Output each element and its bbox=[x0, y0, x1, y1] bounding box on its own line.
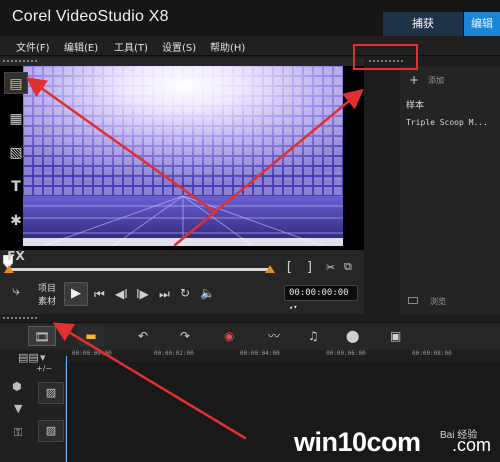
media-folder-icon[interactable]: ▤ bbox=[4, 72, 28, 94]
fx-icon[interactable]: FX bbox=[4, 245, 28, 267]
path-icon[interactable]: ⤷ bbox=[4, 280, 28, 302]
annotation-highlight-box bbox=[353, 44, 418, 70]
ripple-edit-icon[interactable]: ⬢ bbox=[12, 380, 22, 393]
repeat-icon[interactable]: ↻ bbox=[180, 286, 190, 300]
undo-icon[interactable]: ↶ bbox=[138, 326, 148, 346]
timeline-toolbar bbox=[0, 322, 500, 350]
browse-label[interactable]: 浏览 bbox=[430, 296, 446, 307]
play-button[interactable]: ▶ bbox=[64, 282, 88, 306]
mode-project[interactable]: 项目 bbox=[38, 281, 56, 294]
library-rail bbox=[367, 66, 399, 314]
subtitle-editor-icon[interactable]: ▣ bbox=[390, 326, 401, 346]
add-icon[interactable]: + bbox=[409, 73, 419, 87]
split-clip-icon[interactable]: ✂ bbox=[326, 261, 335, 274]
app-title: Corel VideoStudio X8 bbox=[12, 8, 169, 25]
audio-wave-icon[interactable]: 〰 bbox=[268, 326, 280, 346]
ruler-tick-label: 00:00:08:00 bbox=[412, 350, 452, 357]
ruler-tick-label: 00:00:04:00 bbox=[240, 350, 280, 357]
lock-icon[interactable]: ⚿ bbox=[14, 426, 22, 440]
ruler-tick-label: 00:00:02:00 bbox=[154, 350, 194, 357]
ruler-tick-label: 00:00:00:00 bbox=[72, 350, 112, 357]
tab-edit[interactable]: 编辑 bbox=[464, 12, 500, 36]
menu-settings[interactable]: 设置(S) bbox=[162, 39, 196, 54]
prev-frame-icon[interactable]: ◀I bbox=[115, 287, 128, 301]
add-label[interactable]: 添加 bbox=[428, 75, 444, 86]
scrub-bar[interactable] bbox=[8, 268, 270, 271]
track-header-column bbox=[0, 362, 66, 462]
timecode-value: 00:00:00:00 bbox=[289, 288, 349, 298]
overlay-track-icon[interactable]: ▨ bbox=[38, 420, 64, 442]
timecode-field[interactable]: 00:00:00:00 ▴▾ bbox=[284, 285, 358, 311]
storyboard-view-button[interactable]: ▬ bbox=[78, 326, 104, 346]
panel-grip[interactable] bbox=[2, 59, 38, 63]
library-item-triple-scoop[interactable]: Triple Scoop M... bbox=[406, 118, 488, 127]
video-track-icon[interactable]: ▨ bbox=[38, 382, 64, 404]
transition-icon[interactable]: ▧ bbox=[4, 142, 28, 164]
browse-folder-icon[interactable] bbox=[408, 297, 418, 304]
menu-help[interactable]: 帮助(H) bbox=[210, 39, 245, 54]
redo-icon[interactable]: ↷ bbox=[180, 326, 190, 346]
video-preview-image bbox=[23, 66, 343, 246]
graphics-icon[interactable]: ✱ bbox=[4, 210, 28, 232]
instant-project-icon[interactable]: ▦ bbox=[4, 108, 28, 130]
tab-capture[interactable]: 捕获 bbox=[383, 12, 463, 36]
enlarge-icon[interactable]: ⧉ bbox=[344, 260, 352, 274]
zoom-icon[interactable]: +/− bbox=[36, 364, 52, 373]
watermark-text: win10com bbox=[294, 427, 421, 457]
menu-edit[interactable]: 编辑(E) bbox=[64, 39, 98, 54]
auto-music-icon[interactable]: ♫ bbox=[308, 326, 319, 346]
menu-file[interactable]: 文件(F) bbox=[16, 39, 50, 54]
watermark-suffix: .com bbox=[452, 435, 492, 455]
mode-clip[interactable]: 素材 bbox=[38, 294, 56, 307]
mark-in-button[interactable]: [ bbox=[285, 260, 293, 275]
mark-out-button[interactable]: ] bbox=[306, 260, 314, 275]
add-marker-icon[interactable]: ▾ bbox=[40, 351, 46, 364]
motion-tracking-icon[interactable]: ⬤ bbox=[346, 326, 359, 346]
title-text-icon[interactable]: T bbox=[4, 176, 28, 198]
mark-out-handle[interactable] bbox=[265, 265, 275, 273]
storyboard-icon: ▬ bbox=[85, 329, 97, 343]
menu-tools[interactable]: 工具(T) bbox=[114, 39, 148, 54]
playhead[interactable] bbox=[66, 356, 67, 462]
menu-bar: 文件(F) 编辑(E) 工具(T) 设置(S) 帮助(H) bbox=[0, 36, 500, 56]
library-item-samples[interactable]: 样本 bbox=[406, 98, 424, 111]
ruler-tick-label: 00:00:06:00 bbox=[326, 350, 366, 357]
collapse-icon[interactable]: ▼ bbox=[14, 402, 22, 415]
timeline-grip[interactable] bbox=[2, 316, 38, 320]
track-manager-icon[interactable]: ▤▤ bbox=[18, 351, 39, 364]
end-icon[interactable]: ⏭ bbox=[159, 287, 170, 302]
next-frame-icon[interactable]: I▶ bbox=[136, 287, 149, 301]
play-icon: ▶ bbox=[71, 286, 81, 301]
timeline-view-button[interactable]: 🎞 bbox=[28, 326, 56, 346]
volume-icon[interactable]: 🔈 bbox=[200, 286, 215, 300]
film-strip-icon: 🎞 bbox=[34, 330, 50, 344]
home-icon[interactable]: ⏮ bbox=[94, 287, 105, 302]
record-capture-icon[interactable]: ◉ bbox=[224, 326, 234, 346]
